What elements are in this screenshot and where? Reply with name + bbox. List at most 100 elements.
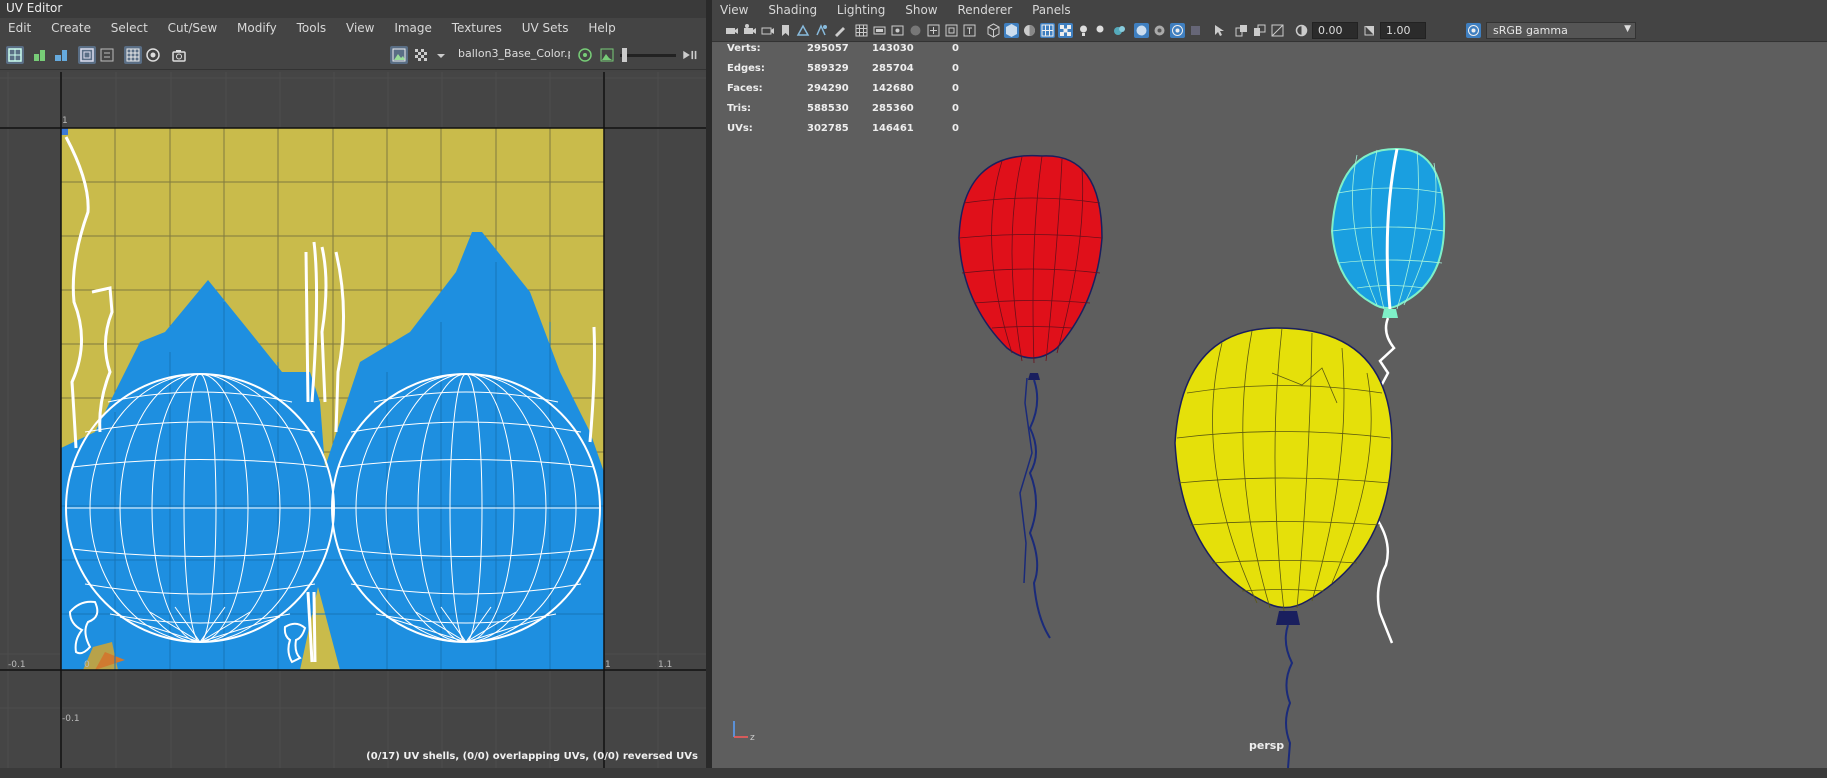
camera-attributes-icon[interactable] xyxy=(742,23,757,38)
grid-icon[interactable] xyxy=(854,23,869,38)
hud-toggle-icon[interactable] xyxy=(1252,23,1267,38)
uv-editor-menubar: Edit Create Select Cut/Sew Modify Tools … xyxy=(0,18,706,38)
exposure-icon[interactable] xyxy=(1294,23,1309,38)
hud-value: 285704 xyxy=(872,63,914,74)
image-plane-icon[interactable] xyxy=(796,23,811,38)
playback-step-icon[interactable] xyxy=(680,46,702,64)
camera-sequencer-icon[interactable] xyxy=(1234,23,1249,38)
axis-label-right-one-one: 1.1 xyxy=(658,660,673,670)
hud-value: 285360 xyxy=(872,103,914,114)
red-balloon-string-b[interactable] xyxy=(1028,379,1051,639)
image-dropdown-icon[interactable] xyxy=(432,46,445,64)
safe-action-icon[interactable] xyxy=(944,23,959,38)
yellow-balloon-string[interactable] xyxy=(1284,624,1294,768)
uv-texture-canvas[interactable]: 1 -0.1 0 1 1.1 -0.1 (0/17) UV shells, (0… xyxy=(0,72,706,768)
bookmark-camera-icon[interactable] xyxy=(760,23,775,38)
camera-name-label: persp xyxy=(1249,739,1285,752)
uv-layout-icon[interactable] xyxy=(52,46,70,64)
select-objects-icon[interactable] xyxy=(1212,23,1227,38)
view-transform-select[interactable]: sRGB gamma ▼ xyxy=(1486,22,1636,39)
xray-icon[interactable] xyxy=(1152,23,1167,38)
grid-display-icon[interactable] xyxy=(78,46,96,64)
gamma-icon[interactable] xyxy=(1362,23,1377,38)
smooth-shade-icon[interactable] xyxy=(1004,23,1019,38)
menu-textures[interactable]: Textures xyxy=(444,18,510,35)
image-color-management-icon[interactable] xyxy=(576,46,594,64)
resolution-gate-icon[interactable] xyxy=(890,23,905,38)
exposure-field[interactable]: 0.00 xyxy=(1312,22,1358,39)
vp-menu-shading[interactable]: Shading xyxy=(760,0,825,17)
vp-menu-show[interactable]: Show xyxy=(897,0,945,17)
image-exposure-icon[interactable] xyxy=(598,46,616,64)
hud-value: 142680 xyxy=(872,83,914,94)
isolate-select-icon[interactable] xyxy=(1134,23,1149,38)
red-balloon-string-a[interactable] xyxy=(1019,377,1033,584)
bookmark-icon[interactable] xyxy=(778,23,793,38)
film-gate-icon[interactable] xyxy=(872,23,887,38)
hud-row-uvs: UVs: 302785 146461 0 xyxy=(727,123,959,143)
uv-editor-toolbar: ballon3_Base_Color.pi xyxy=(0,40,706,70)
base-color-texture xyxy=(61,128,604,670)
image-exposure-slider-thumb[interactable] xyxy=(622,48,627,62)
hud-row-faces: Faces: 294290 142680 0 xyxy=(727,83,959,103)
field-chart-icon[interactable] xyxy=(926,23,941,38)
hud-value: 143030 xyxy=(872,43,914,54)
shadows-icon[interactable] xyxy=(1094,23,1109,38)
blue-balloon[interactable] xyxy=(1330,147,1446,318)
menu-tools[interactable]: Tools xyxy=(289,18,335,35)
menu-help[interactable]: Help xyxy=(580,18,623,35)
menu-modify[interactable]: Modify xyxy=(229,18,285,35)
viewport-toolbar: 0.00 1.00 sRGB gamma ▼ xyxy=(712,20,1827,42)
select-shell-icon[interactable] xyxy=(6,46,24,64)
checker-map-icon[interactable] xyxy=(412,46,430,64)
screen-space-ao-icon[interactable] xyxy=(1112,23,1127,38)
gamma-field[interactable]: 1.00 xyxy=(1380,22,1426,39)
perspective-viewport[interactable]: z Verts: 295057 143030 0 Edges: 589329 2… xyxy=(712,43,1827,768)
color-management-icon[interactable] xyxy=(1466,23,1481,38)
hud-row-tris: Tris: 588530 285360 0 xyxy=(727,103,959,123)
gate-mask-icon[interactable] xyxy=(908,23,923,38)
display-image-icon[interactable] xyxy=(390,46,408,64)
uv-layout-drawing xyxy=(0,72,706,768)
textured-icon[interactable] xyxy=(1058,23,1073,38)
grease-pencil-icon[interactable] xyxy=(832,23,847,38)
blue-balloon-string[interactable] xyxy=(1378,317,1396,389)
hud-value: 295057 xyxy=(807,43,849,54)
pixel-snap-icon[interactable] xyxy=(144,46,162,64)
vp-menu-renderer[interactable]: Renderer xyxy=(949,0,1020,17)
menu-create[interactable]: Create xyxy=(43,18,99,35)
vp-menu-panels[interactable]: Panels xyxy=(1024,0,1079,17)
image-exposure-slider[interactable] xyxy=(620,54,676,57)
camera-snapshot-icon[interactable] xyxy=(170,46,188,64)
menu-select[interactable]: Select xyxy=(103,18,156,35)
red-balloon[interactable] xyxy=(958,154,1103,380)
blue-balloon-string-lower[interactable] xyxy=(1376,520,1394,644)
toggle-grid-icon[interactable] xyxy=(124,46,142,64)
2d-pan-zoom-icon[interactable] xyxy=(814,23,829,38)
menu-edit[interactable]: Edit xyxy=(0,18,39,35)
shaded-uv-icon[interactable] xyxy=(98,46,116,64)
uv-snapshot-icon[interactable] xyxy=(30,46,48,64)
symmetry-icon[interactable] xyxy=(1270,23,1285,38)
wireframe-on-shaded-icon[interactable] xyxy=(1040,23,1055,38)
menu-uv-sets[interactable]: UV Sets xyxy=(514,18,577,35)
yellow-balloon[interactable] xyxy=(1174,327,1393,625)
select-camera-icon[interactable] xyxy=(724,23,739,38)
axis-label-top-one: 1 xyxy=(62,116,68,126)
menu-image[interactable]: Image xyxy=(386,18,440,35)
menu-cut-sew[interactable]: Cut/Sew xyxy=(160,18,226,35)
hud-label: UVs: xyxy=(727,123,753,134)
uv-editor-panel: UV Editor Edit Create Select Cut/Sew Mod… xyxy=(0,0,706,768)
vp-menu-lighting[interactable]: Lighting xyxy=(829,0,894,17)
menu-view[interactable]: View xyxy=(338,18,382,35)
safe-title-icon[interactable] xyxy=(962,23,977,38)
chevron-down-icon: ▼ xyxy=(1624,24,1631,34)
use-all-lights-icon[interactable] xyxy=(1076,23,1091,38)
hud-value: 589329 xyxy=(807,63,849,74)
xray-components-icon[interactable] xyxy=(1188,23,1203,38)
default-material-icon[interactable] xyxy=(1022,23,1037,38)
image-name-field[interactable]: ballon3_Base_Color.pi xyxy=(458,47,570,60)
xray-joints-icon[interactable] xyxy=(1170,23,1185,38)
vp-menu-view[interactable]: View xyxy=(712,0,756,17)
wireframe-icon[interactable] xyxy=(986,23,1001,38)
